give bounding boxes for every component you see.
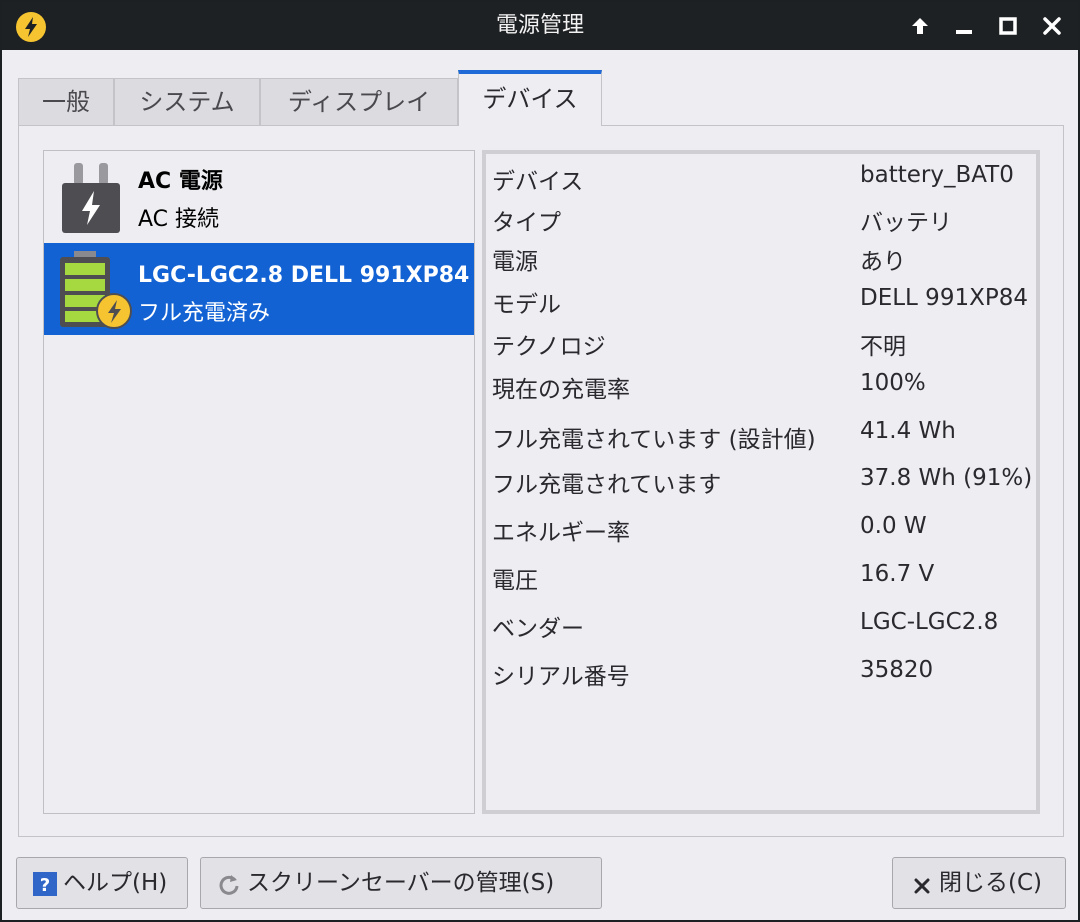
help-button-label: ヘルプ(H) [63, 870, 168, 896]
device-title: LGC-LGC2.8 DELL 991XP84 [138, 263, 470, 288]
detail-label: タイプ [492, 210, 561, 236]
devices-tab-panel: AC 電源 AC 接続 LGC-LGC2.8 DELL 991XP84 フル充電… [18, 125, 1064, 837]
help-icon: ? [33, 872, 57, 896]
close-button[interactable]: 閉じる(C) [892, 857, 1066, 909]
detail-value: LGC-LGC2.8 [860, 609, 999, 635]
detail-label: フル充電されています [492, 472, 722, 498]
detail-label: エネルギー率 [492, 520, 630, 546]
device-item-battery[interactable]: LGC-LGC2.8 DELL 991XP84 フル充電済み [44, 243, 474, 335]
detail-value: 不明 [860, 334, 906, 360]
device-subtitle: AC 接続 [138, 207, 220, 232]
detail-label: テクノロジ [492, 334, 606, 360]
detail-value: 41.4 Wh [860, 418, 956, 444]
tab-general[interactable]: 一般 [18, 78, 114, 126]
maximize-button[interactable] [996, 14, 1020, 38]
close-button-label: 閉じる(C) [939, 870, 1043, 896]
detail-label: フル充電されています (設計値) [492, 427, 816, 453]
detail-value: 16.7 V [860, 561, 935, 587]
tab-system[interactable]: システム [114, 78, 260, 126]
detail-value: あり [860, 249, 906, 275]
detail-label: 電源 [492, 249, 538, 275]
battery-charging-icon [58, 251, 134, 331]
device-details-panel: デバイス battery_BAT0 タイプ バッテリ 電源 あり モデル DEL… [482, 150, 1040, 814]
detail-label: デバイス [492, 169, 584, 195]
minimize-button[interactable] [952, 14, 976, 38]
tab-display[interactable]: ディスプレイ [260, 78, 458, 126]
power-plug-icon [62, 163, 120, 233]
maximize-icon [999, 17, 1017, 35]
detail-value: 35820 [860, 657, 934, 683]
title-bar[interactable]: 電源管理 [2, 2, 1078, 50]
close-icon [1043, 17, 1061, 35]
svg-text:?: ? [40, 875, 50, 896]
detail-value: battery_BAT0 [860, 162, 1014, 188]
device-list[interactable]: AC 電源 AC 接続 LGC-LGC2.8 DELL 991XP84 フル充電… [43, 150, 475, 814]
close-window-button[interactable] [1040, 14, 1064, 38]
minimize-icon [956, 30, 972, 34]
refresh-icon [217, 872, 241, 896]
device-subtitle: フル充電済み [138, 301, 271, 326]
detail-label: 電圧 [492, 568, 538, 594]
detail-label: ベンダー [492, 616, 584, 642]
detail-value: バッテリ [860, 210, 952, 236]
help-button[interactable]: ? ヘルプ(H) [16, 857, 188, 909]
detail-value: DELL 991XP84 [860, 285, 1028, 311]
tab-devices[interactable]: デバイス [458, 70, 602, 126]
detail-label: モデル [492, 292, 561, 318]
detail-label: 現在の充電率 [492, 377, 630, 403]
screensaver-settings-button[interactable]: スクリーンセーバーの管理(S) [200, 857, 602, 909]
detail-value: 0.0 W [860, 513, 927, 539]
detail-label: シリアル番号 [492, 664, 630, 690]
close-x-icon [913, 875, 931, 894]
arrow-up-icon [912, 18, 928, 34]
keep-above-button[interactable] [908, 14, 932, 38]
detail-value: 37.8 Wh (91%) [860, 465, 1033, 491]
power-manager-window: 電源管理 一般 システム ディスプレイ デバイス AC 電源 AC 接続 LGC… [0, 0, 1080, 922]
screensaver-button-label: スクリーンセーバーの管理(S) [247, 870, 555, 896]
detail-value: 100% [860, 370, 926, 396]
device-item-ac-power[interactable]: AC 電源 AC 接続 [44, 151, 474, 243]
device-title: AC 電源 [138, 169, 223, 194]
